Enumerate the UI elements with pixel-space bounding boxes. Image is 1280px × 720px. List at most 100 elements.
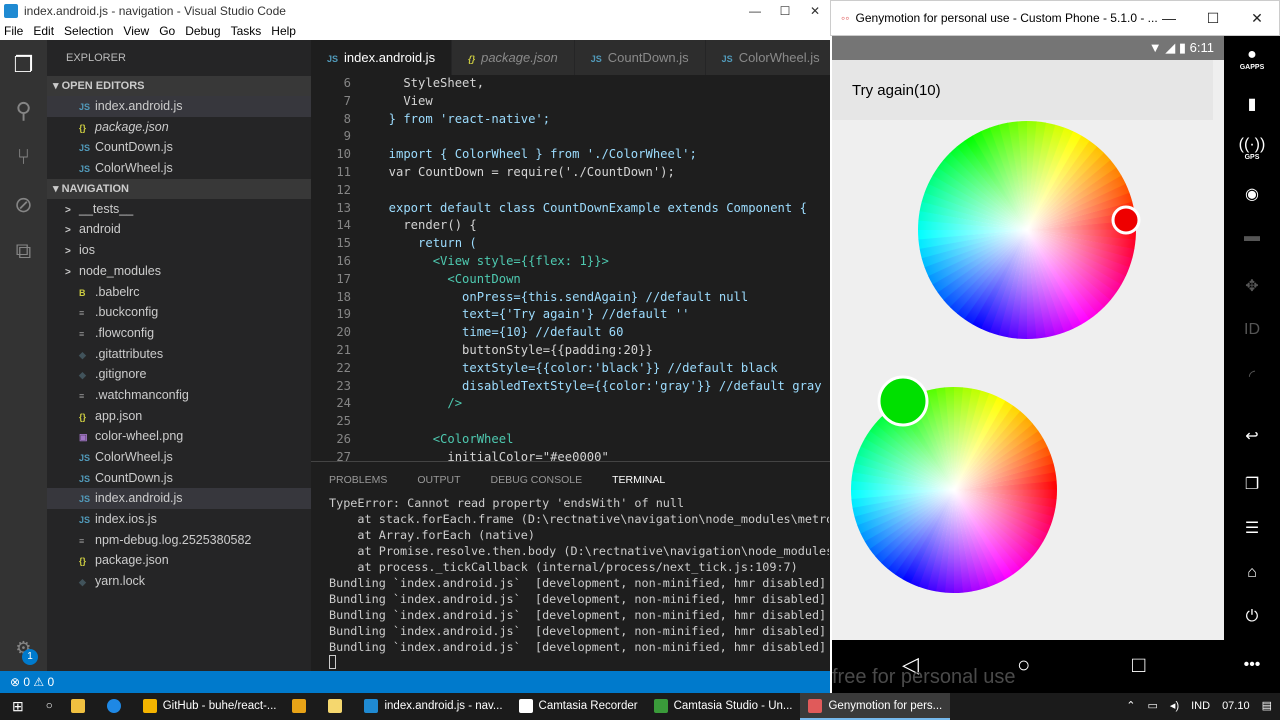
panel-tab[interactable]: TERMINAL	[612, 474, 665, 486]
maximize-icon[interactable]: ☐	[1191, 1, 1235, 35]
editor-tab[interactable]: JS index.android.js	[311, 40, 453, 75]
recent-apps-key-icon[interactable]: ❐	[1232, 474, 1272, 494]
network-icon[interactable]: ▭	[1148, 693, 1158, 720]
taskbar-clock[interactable]: 07.10	[1222, 693, 1250, 720]
gapps-icon[interactable]: ● GAPPS	[1232, 46, 1272, 71]
source-control-icon[interactable]: ⑂	[11, 144, 36, 169]
edge-browser-icon[interactable]	[99, 693, 135, 720]
panel-tab[interactable]: PROBLEMS	[329, 474, 387, 486]
problems-status[interactable]: ⊗ 0 ⚠ 0	[10, 675, 54, 689]
close-icon[interactable]: ✕	[1235, 1, 1279, 35]
terminal-output[interactable]: TypeError: Cannot read property 'endsWit…	[329, 495, 829, 671]
tray-chevron-icon[interactable]: ⌃	[1126, 693, 1135, 720]
file-item[interactable]: ≡ .watchmanconfig	[47, 385, 311, 406]
editor-tab[interactable]: {} package.json	[452, 40, 575, 75]
genymotion-titlebar: ◦◦ Genymotion for personal use - Custom …	[830, 0, 1280, 36]
file-item[interactable]: JS CountDown.js	[47, 468, 311, 489]
dpad-icon[interactable]: ✥	[1232, 276, 1272, 296]
navigation-section[interactable]: ▾ NAVIGATION	[47, 178, 311, 199]
open-editors-section[interactable]: ▾ OPEN EDITORS	[47, 76, 311, 96]
file-item[interactable]: ◆ .gitignore	[47, 364, 311, 385]
minimize-icon[interactable]: —	[1147, 1, 1191, 35]
home-icon[interactable]: ○	[1017, 652, 1030, 678]
language-indicator[interactable]: IND	[1191, 693, 1210, 720]
minimize-icon[interactable]: —	[740, 0, 770, 22]
menu-file[interactable]: File	[4, 24, 23, 38]
maximize-icon[interactable]: ☐	[770, 0, 800, 22]
file-label: __tests__	[79, 201, 134, 216]
debug-icon[interactable]: ⊘	[11, 192, 36, 217]
more-icon[interactable]: •••	[1232, 656, 1272, 674]
rss-icon[interactable]: ◜	[1232, 366, 1272, 386]
try-again-button[interactable]: Try again(10)	[832, 60, 1213, 120]
menu-view[interactable]: View	[123, 24, 149, 38]
start-button[interactable]: ⊞	[0, 693, 36, 720]
file-explorer-icon[interactable]	[63, 693, 99, 720]
open-editor-item[interactable]: {} package.json	[47, 117, 311, 138]
file-item[interactable]: B .babelrc	[47, 282, 311, 303]
color-wheel-top-handle[interactable]	[1111, 205, 1141, 235]
code-editor[interactable]: 6 StyleSheet, 7 View 8 } from 'react-nativ…	[311, 75, 830, 461]
power-icon[interactable]: ⏻	[1232, 608, 1272, 626]
file-item[interactable]: ▣ color-wheel.png	[47, 426, 311, 447]
taskbar-item[interactable]: index.android.js - nav...	[356, 693, 510, 720]
file-label: .buckconfig	[95, 305, 159, 320]
webcam-icon[interactable]: ◉	[1232, 184, 1272, 204]
taskbar-item[interactable]: GitHub - buhe/react-...	[135, 693, 285, 720]
menu-go[interactable]: Go	[159, 24, 175, 38]
extensions-icon[interactable]: ⧉	[11, 238, 36, 263]
open-editor-item[interactable]: JS ColorWheel.js	[47, 158, 311, 179]
taskbar-item[interactable]: Camtasia Recorder	[511, 693, 646, 720]
code-line: 23 disabledTextStyle={{color:'gray'}} //…	[311, 378, 830, 396]
folder-item[interactable]: > node_modules	[47, 261, 311, 282]
file-item[interactable]: {} app.json	[47, 406, 311, 427]
folder-item[interactable]: > __tests__	[47, 199, 311, 220]
menu-key-icon[interactable]: ☰	[1232, 518, 1272, 538]
taskbar-item[interactable]: Genymotion for pers...	[800, 693, 951, 720]
windows-taskbar: ⊞ ○ GitHub - buhe/react-... index.android…	[0, 693, 1280, 720]
file-item[interactable]: JS index.ios.js	[47, 509, 311, 530]
back-key-icon[interactable]: ↩	[1232, 426, 1272, 446]
panel-tab[interactable]: DEBUG CONSOLE	[491, 474, 583, 486]
close-icon[interactable]: ✕	[800, 0, 830, 22]
file-item[interactable]: ◆ .gitattributes	[47, 344, 311, 365]
editor-tab[interactable]: JS ColorWheel.js	[705, 40, 837, 75]
taskbar-item[interactable]: Camtasia Studio - Un...	[646, 693, 801, 720]
taskbar-item[interactable]	[320, 693, 356, 720]
file-item[interactable]: {} package.json	[47, 550, 311, 571]
file-item[interactable]: ≡ npm-debug.log.2525380582	[47, 530, 311, 551]
file-item[interactable]: ◆ yarn.lock	[47, 571, 311, 592]
cortana-icon[interactable]: ○	[36, 693, 63, 720]
folder-item[interactable]: > android	[47, 219, 311, 240]
menu-edit[interactable]: Edit	[33, 24, 54, 38]
menu-debug[interactable]: Debug	[185, 24, 220, 38]
terminal-line: Bundling `index.android.js` [development…	[329, 640, 829, 654]
file-item[interactable]: JS index.android.js	[47, 488, 311, 510]
folder-item[interactable]: > ios	[47, 240, 311, 261]
color-wheel-bottom[interactable]	[851, 387, 1057, 593]
panel-tab[interactable]: OUTPUT	[417, 474, 460, 486]
gps-icon[interactable]: ((·)) GPS	[1232, 136, 1272, 161]
menu-help[interactable]: Help	[271, 24, 296, 38]
search-icon[interactable]: ⚲	[11, 98, 36, 123]
id-icon[interactable]: ID	[1232, 321, 1272, 339]
notifications-icon[interactable]: ▤	[1262, 693, 1272, 720]
battery-widget-icon[interactable]: ▮	[1232, 94, 1272, 114]
open-editor-item[interactable]: JS index.android.js	[47, 96, 311, 117]
clapper-icon[interactable]: ▬	[1232, 228, 1272, 246]
recents-icon[interactable]: □	[1132, 652, 1145, 678]
menu-selection[interactable]: Selection	[64, 24, 113, 38]
volume-icon[interactable]: ◂)	[1170, 693, 1179, 720]
color-wheel-bottom-handle[interactable]	[877, 375, 929, 427]
tab-label: index.android.js	[344, 50, 436, 65]
file-item[interactable]: JS ColorWheel.js	[47, 447, 311, 468]
file-item[interactable]: ≡ .buckconfig	[47, 302, 311, 323]
editor-tab[interactable]: JS CountDown.js	[574, 40, 706, 75]
color-wheel-top[interactable]	[918, 121, 1136, 339]
menu-tasks[interactable]: Tasks	[231, 24, 262, 38]
explorer-files-icon[interactable]: ❐	[11, 52, 36, 77]
home-key-icon[interactable]: ⌂	[1232, 564, 1272, 582]
file-item[interactable]: ≡ .flowconfig	[47, 323, 311, 344]
open-editor-item[interactable]: JS CountDown.js	[47, 137, 311, 158]
taskbar-item[interactable]	[284, 693, 320, 720]
